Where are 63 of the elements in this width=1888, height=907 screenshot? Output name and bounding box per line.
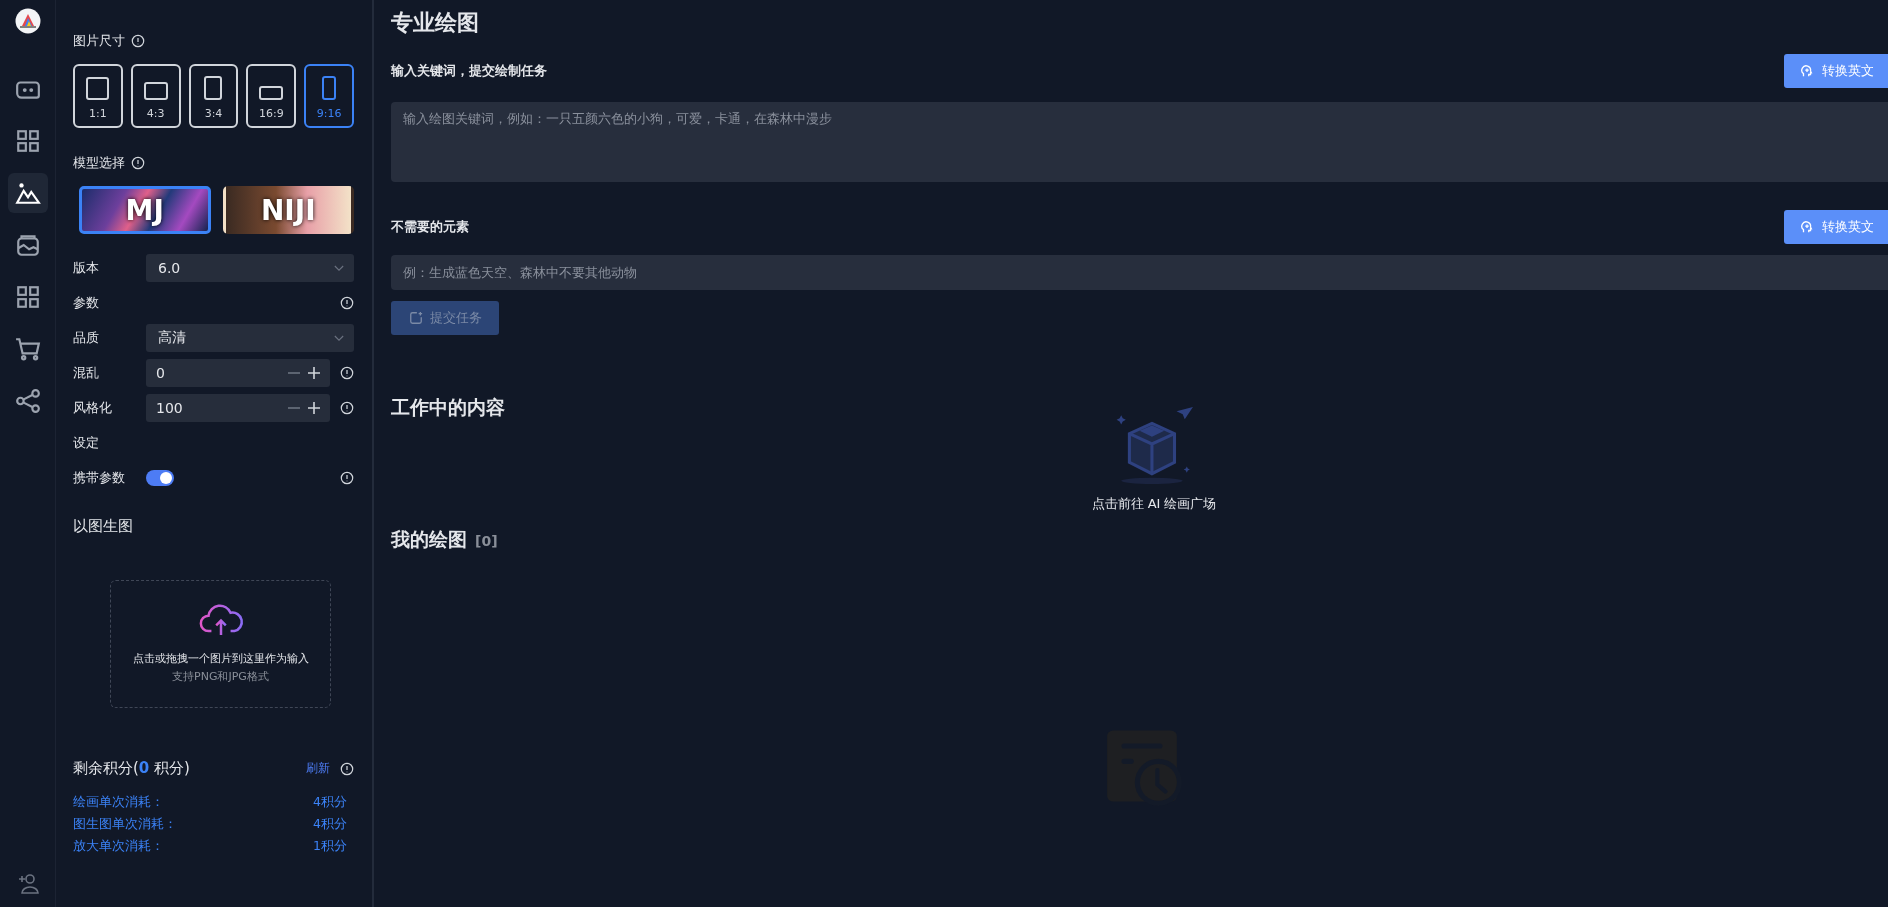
head-icon xyxy=(1800,64,1814,78)
model-option[interactable]: NIJI xyxy=(222,186,354,234)
share-icon xyxy=(14,388,41,414)
field-label: 品质 xyxy=(73,329,100,347)
section-title: 工作中的内容 xyxy=(391,395,505,420)
format-note: 支持PNG和JPG格式 xyxy=(172,669,269,684)
number-input[interactable]: 100 xyxy=(146,394,330,422)
plus-icon[interactable] xyxy=(308,367,320,379)
info-icon[interactable] xyxy=(340,761,354,776)
field-label: 混乱 xyxy=(73,364,100,382)
plus-icon[interactable] xyxy=(308,402,320,414)
cost-value: 4积分 xyxy=(313,816,347,833)
aspect-ratio-option[interactable]: 3:4 xyxy=(188,64,239,128)
cloud-upload-icon xyxy=(197,604,244,637)
cart-icon xyxy=(14,336,41,362)
upload-hint: 点击或拖拽一个图片到这里作为输入 xyxy=(132,651,309,666)
cost-label: 图生图单次消耗： xyxy=(73,816,177,833)
cost-label: 放大单次消耗： xyxy=(73,838,164,855)
number-input[interactable]: 0 xyxy=(146,359,330,387)
refresh-link[interactable]: 刷新 xyxy=(306,760,330,777)
negative-prompt-field[interactable]: 例：生成蓝色天空、森林中不要其他动物 xyxy=(391,255,1888,290)
info-icon[interactable] xyxy=(340,471,354,485)
dropdown[interactable]: 高清 xyxy=(146,324,354,352)
field-label: 不需要的元素 xyxy=(391,218,469,236)
section-title: 我的绘图 xyxy=(391,527,467,552)
field-label: 设定 xyxy=(73,434,100,452)
chevron-down-icon xyxy=(334,264,344,272)
field-label: 携带参数 xyxy=(73,469,126,487)
head-icon xyxy=(1800,220,1814,234)
add-task-icon xyxy=(408,311,423,325)
aspect-ratio-option[interactable]: 4:3 xyxy=(130,64,181,128)
info-icon[interactable] xyxy=(340,401,354,415)
dropdown[interactable]: 6.0 xyxy=(146,254,354,282)
info-icon[interactable] xyxy=(340,296,354,310)
plaza-link[interactable]: 点击前往 AI 绘画广场 xyxy=(1091,495,1217,513)
field-label: 参数 xyxy=(73,294,100,312)
toggle-switch[interactable] xyxy=(146,470,174,486)
drawing-count: [0] xyxy=(475,533,498,549)
info-icon[interactable] xyxy=(340,366,354,380)
section-title: 以图生图 xyxy=(73,517,134,536)
cost-label: 绘画单次消耗： xyxy=(73,794,164,811)
aspect-ratio-option[interactable]: 9:16 xyxy=(304,64,354,128)
info-icon[interactable] xyxy=(131,34,145,48)
aspect-ratio-option[interactable]: 16:9 xyxy=(246,64,297,128)
wallet-icon xyxy=(14,232,41,258)
info-icon[interactable] xyxy=(131,156,145,170)
upload-dropzone[interactable]: 点击或拖拽一个图片到这里作为输入 支持PNG和JPG格式 xyxy=(110,580,331,708)
page-title: 专业绘图 xyxy=(391,9,479,37)
credits-balance: 剩余积分(0 积分) xyxy=(73,759,190,778)
sidebar-item[interactable] xyxy=(7,173,48,213)
section-label: 模型选择 xyxy=(73,154,125,172)
mountain-icon xyxy=(14,180,41,206)
aspect-ratio-option[interactable]: 1:1 xyxy=(73,64,123,128)
field-label: 风格化 xyxy=(73,399,113,417)
field-label: 输入关键词，提交绘制任务 xyxy=(391,62,547,80)
section-label: 图片尺寸 xyxy=(73,32,125,50)
cost-value: 4积分 xyxy=(313,794,347,811)
cost-value: 1积分 xyxy=(313,838,347,855)
field-label: 版本 xyxy=(73,259,100,277)
grid-icon xyxy=(14,128,41,154)
chevron-down-icon xyxy=(334,334,344,342)
logo-icon[interactable] xyxy=(14,8,41,34)
grid-icon xyxy=(14,284,41,310)
